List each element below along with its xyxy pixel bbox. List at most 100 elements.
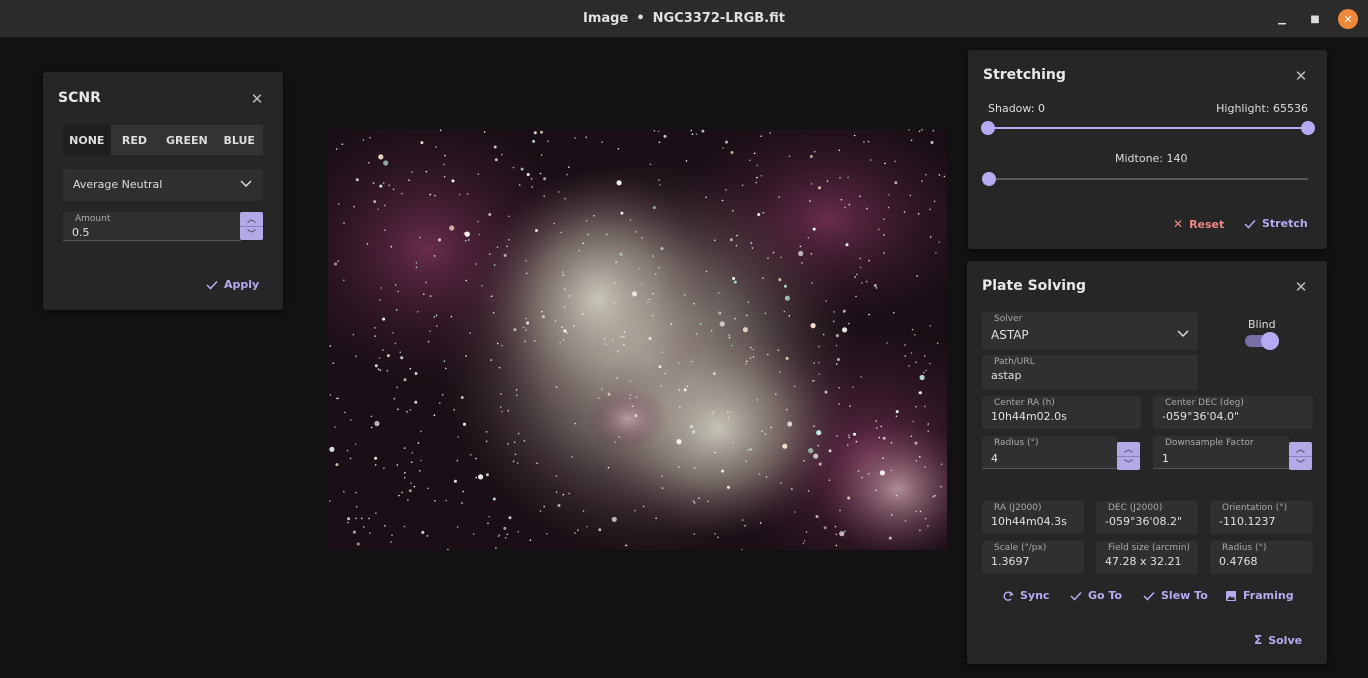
shadow-label: Shadow: 0 [988, 102, 1046, 115]
check-icon [1244, 219, 1256, 229]
astro-image[interactable] [328, 129, 947, 550]
image-icon [1226, 590, 1236, 601]
scnr-amount-field[interactable]: Amount 0.5 [63, 212, 241, 241]
center-dec-value: -059°36'04.0" [1162, 410, 1240, 423]
result-dec-label: DEC (J2000) [1108, 503, 1163, 513]
result-field-size-value: 47.28 x 32.21 [1105, 555, 1182, 568]
slew-to-label: Slew To [1161, 589, 1208, 602]
radius-field[interactable]: Radius (°) 4 [982, 436, 1118, 469]
center-dec-field[interactable]: Center DEC (deg) -059°36'04.0" [1153, 396, 1313, 429]
scnr-apply-button[interactable]: Apply [206, 278, 259, 291]
shadow-slider-handle[interactable] [981, 121, 995, 135]
downsample-stepper[interactable]: ︿ ﹀ [1289, 442, 1312, 470]
close-icon: ✕ [1294, 67, 1308, 85]
stretch-button[interactable]: Stretch [1244, 217, 1308, 230]
solve-label: Solve [1268, 633, 1303, 647]
scnr-amount-value: 0.5 [72, 226, 90, 239]
nebula-image [328, 129, 947, 550]
blind-toggle-knob[interactable] [1261, 332, 1279, 350]
goto-button[interactable]: Go To [1070, 589, 1122, 602]
plate-solving-close-button[interactable]: ✕ [1294, 280, 1308, 295]
framing-label: Framing [1243, 589, 1294, 602]
stretch-label: Stretch [1262, 217, 1308, 230]
minimize-button[interactable]: ▁ [1272, 9, 1292, 29]
check-icon [1143, 591, 1155, 601]
result-radius-value: 0.4768 [1219, 555, 1258, 568]
scnr-close-button[interactable]: ✕ [250, 90, 264, 108]
scnr-mode-red[interactable]: RED [111, 125, 159, 155]
step-down-icon[interactable]: ﹀ [1289, 455, 1312, 471]
center-dec-label: Center DEC (deg) [1165, 398, 1244, 408]
scnr-method-value: Average Neutral [73, 178, 163, 191]
center-ra-field[interactable]: Center RA (h) 10h44m02.0s [982, 396, 1141, 429]
step-down-icon[interactable]: ﹀ [1117, 455, 1140, 471]
step-up-icon[interactable]: ︿ [1289, 442, 1312, 456]
plate-solving-title: Plate Solving [982, 278, 1086, 294]
result-radius-label: Radius (°) [1222, 543, 1267, 553]
stretching-title: Stretching [983, 67, 1066, 83]
result-radius: Radius (°) 0.4768 [1210, 541, 1313, 574]
blind-label: Blind [1248, 318, 1276, 331]
reset-button[interactable]: ✕ Reset [1173, 217, 1224, 231]
midtone-label: Midtone: 140 [1115, 152, 1188, 165]
sync-button[interactable]: Sync [1002, 589, 1049, 602]
scnr-mode-selector: NONE RED GREEN BLUE [63, 125, 263, 155]
downsample-field[interactable]: Downsample Factor 1 [1153, 436, 1289, 469]
workarea: SCNR ✕ NONE RED GREEN BLUE Average Neutr… [1, 39, 1367, 677]
window-title-filename: NGC3372-LRGB.fit [652, 11, 785, 26]
result-ra: RA (J2000) 10h44m04.3s [982, 501, 1084, 534]
result-field-size-label: Field size (arcmin) [1108, 543, 1190, 553]
scnr-method-select[interactable]: Average Neutral [63, 169, 263, 201]
result-orientation: Orientation (°) -110.1237 [1210, 501, 1313, 534]
result-scale-value: 1.3697 [991, 555, 1030, 568]
center-ra-label: Center RA (h) [994, 398, 1055, 408]
slew-to-button[interactable]: Slew To [1143, 589, 1208, 602]
scnr-title: SCNR [58, 90, 101, 106]
check-icon [1070, 591, 1082, 601]
result-dec-value: -059°36'08.2" [1105, 515, 1183, 528]
radius-stepper[interactable]: ︿ ﹀ [1117, 442, 1140, 470]
solver-select[interactable]: Solver ASTAP [982, 312, 1198, 350]
result-dec: DEC (J2000) -059°36'08.2" [1096, 501, 1198, 534]
framing-button[interactable]: Framing [1225, 589, 1294, 602]
sigma-icon: Σ [1254, 633, 1263, 647]
chevron-down-icon [1177, 330, 1189, 338]
scnr-mode-blue[interactable]: BLUE [215, 125, 263, 155]
step-up-icon[interactable]: ︿ [240, 212, 263, 226]
minimize-icon: ▁ [1278, 13, 1286, 25]
maximize-icon: ■ [1310, 13, 1320, 25]
path-url-field[interactable]: Path/URL astap [982, 355, 1198, 390]
solve-button[interactable]: Σ Solve [1254, 633, 1302, 647]
window-titlebar: Image • NGC3372-LRGB.fit ▁ ■ ✕ [0, 0, 1368, 38]
scnr-amount-label: Amount [75, 214, 111, 224]
window-title-prefix: Image [583, 11, 629, 26]
downsample-value: 1 [1162, 452, 1169, 465]
result-scale-label: Scale ("/px) [994, 543, 1047, 553]
scnr-amount-stepper[interactable]: ︿ ﹀ [240, 212, 263, 240]
radius-label: Radius (°) [994, 438, 1039, 448]
chevron-down-icon [240, 180, 252, 188]
step-down-icon[interactable]: ﹀ [240, 225, 263, 241]
highlight-slider-handle[interactable] [1301, 121, 1315, 135]
close-icon: ✕ [1343, 12, 1353, 26]
check-icon [206, 280, 218, 290]
step-up-icon[interactable]: ︿ [1117, 442, 1140, 456]
window-title: Image • NGC3372-LRGB.fit [0, 11, 1368, 26]
path-url-label: Path/URL [994, 357, 1035, 367]
scnr-mode-green[interactable]: GREEN [158, 125, 215, 155]
center-ra-value: 10h44m02.0s [991, 410, 1067, 423]
scnr-mode-none[interactable]: NONE [63, 125, 111, 155]
stretching-panel: Stretching ✕ Shadow: 0 Highlight: 65536 … [968, 50, 1327, 249]
close-icon: ✕ [250, 90, 264, 108]
result-ra-label: RA (J2000) [994, 503, 1042, 513]
result-scale: Scale ("/px) 1.3697 [982, 541, 1084, 574]
maximize-button[interactable]: ■ [1305, 9, 1325, 29]
stretching-close-button[interactable]: ✕ [1294, 67, 1308, 85]
close-window-button[interactable]: ✕ [1338, 9, 1358, 29]
shadow-highlight-track [988, 127, 1308, 129]
sync-label: Sync [1020, 589, 1050, 602]
path-url-value: astap [991, 369, 1022, 382]
apply-label: Apply [224, 278, 260, 291]
radius-value: 4 [991, 452, 998, 465]
midtone-slider-handle[interactable] [982, 172, 996, 186]
